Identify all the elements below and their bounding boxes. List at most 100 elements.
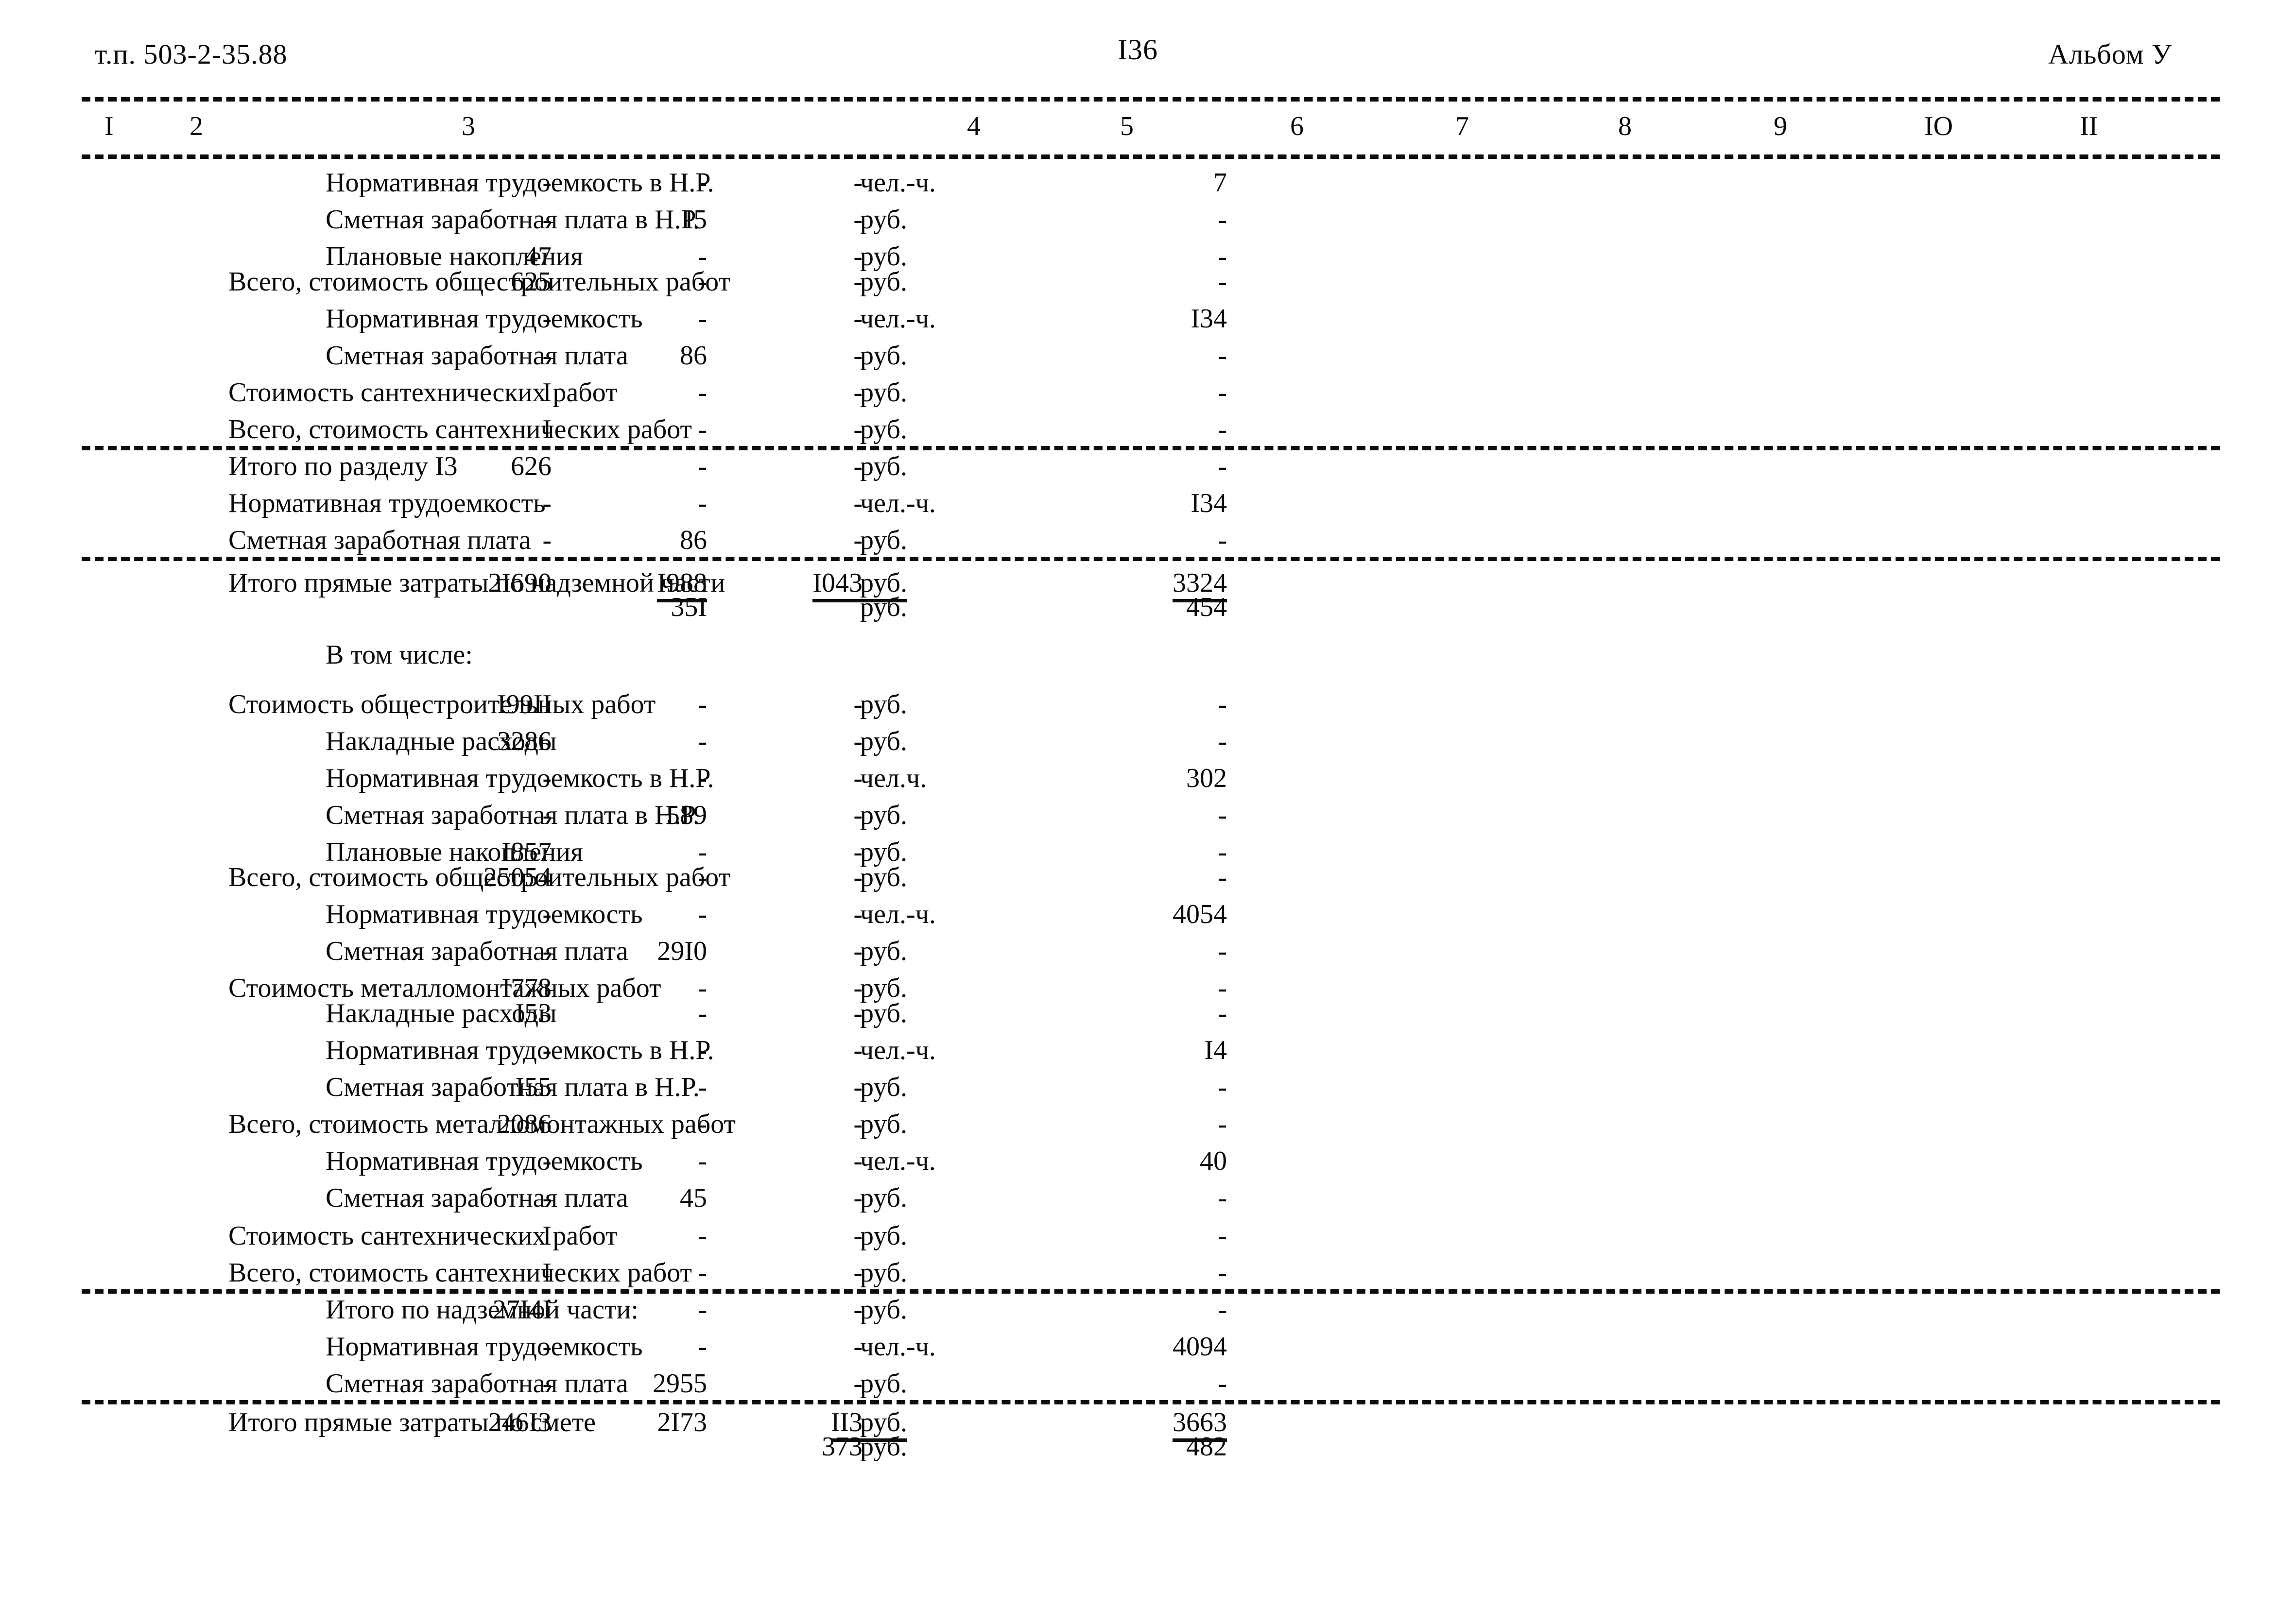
column-header-10: IO [1924,111,1953,141]
row-unit: чел.ч. [860,763,927,793]
row-description: Сметная заработная плата [326,341,628,371]
row-value-7: - [542,1183,552,1213]
table-row: Сметная заработная плата в Н.Р. руб. I55 - -… [0,1074,2296,1111]
row-value-7: - [542,899,552,929]
row-value-9: - [853,377,863,408]
table-row: Стоимость сантехнических работ руб. I - - - [0,379,2296,416]
row-value-7: - [542,488,552,518]
row-description: Стоимость общестроительных работ [228,689,656,719]
row-value-9: - [853,241,863,272]
table-row: Итого по разделу I3 руб. 626 - - - [0,453,2296,490]
document-code: т.п. 503-2-35.88 [95,38,288,70]
table-row: Нормативная трудоемкость в Н.Р. чел.-ч. - -… [0,1037,2296,1074]
row-value-8: 45 [680,1183,707,1213]
row-value-8: - [698,451,707,481]
row-unit: руб. [860,1368,908,1399]
row-value-7: I53 [515,998,552,1028]
row-value-8: - [698,241,707,272]
row-value-8: I5 [684,205,707,235]
row-value-11: - [1218,726,1227,756]
column-header-4: 4 [967,111,981,141]
row-unit: чел.-ч. [860,488,936,518]
album-label: Альбом У [2048,38,2172,70]
row-unit: руб. [860,1432,908,1462]
row-value-8: - [698,862,707,892]
row-value-7: 626 [511,451,552,481]
row-value-8: 86 [680,341,707,371]
row-unit: чел.-ч. [860,1146,936,1176]
row-value-11: - [1218,1109,1227,1139]
row-value-7: - [542,1146,552,1176]
row-unit: руб. [860,1258,908,1288]
table-row: руб. 35I 454 [0,594,2296,631]
row-value-11: - [1218,414,1227,444]
row-value-8: 589 [666,800,707,830]
table-row: Накладные расходы руб. 3286- - - [0,728,2296,765]
row-value-11: - [1218,837,1227,867]
row-value-8: - [698,998,707,1028]
column-header-3: 3 [462,111,475,141]
row-value-8: - [698,689,707,719]
row-value-7: - [542,1368,552,1399]
row-value-9: - [853,998,863,1028]
row-separator-rule [82,557,2220,561]
row-value-8: - [698,267,707,297]
row-value-9: - [853,689,863,719]
row-value-8: 29I0 [657,936,707,966]
row-description: Итого по надземной части: [326,1295,639,1325]
row-value-8: - [698,304,707,334]
row-value-11: - [1218,525,1227,555]
table-row: Сметная заработная плата в Н.Р. руб. - I5- - [0,206,2296,243]
table-row: Стоимость общестроительных работ руб. I99I… [0,691,2296,728]
row-value-7: - [542,1332,552,1362]
column-header-11: II [2080,111,2098,141]
row-value-8: - [698,1332,707,1362]
row-value-9: - [853,862,863,892]
row-description: Сметная заработная плата [228,525,531,555]
row-description: Нормативная трудоемкость [326,1332,643,1362]
table-row: Сметная заработная плата в Н.Р. руб. -589-… [0,802,2296,838]
row-unit: руб. [860,205,908,235]
table-row: Нормативная трудоемкость чел.-ч. - - - I34 [0,305,2296,342]
row-value-8: - [698,973,707,1003]
row-value-9: - [853,899,863,929]
table-row: Нормативная трудоемкость чел.-ч. - - -4054 [0,901,2296,938]
table-row: Нормативная трудоемкость чел.-ч. - - -4094 [0,1333,2296,1370]
row-value-9: - [853,763,863,793]
row-description: Сметная заработная плата [326,936,628,966]
row-description: Итого прямые затраты по надземной части [228,568,725,598]
column-header-8: 8 [1618,111,1632,141]
row-value-11: 482 [1186,1432,1227,1462]
row-description: Всего, стоимость сантехнических работ [228,1258,692,1288]
row-value-11: 7 [1213,168,1227,198]
row-value-9: - [853,1258,863,1288]
table-row: Сметная заработная плата руб. -45- - [0,1184,2296,1221]
row-value-9: - [853,304,863,334]
row-value-8: - [698,1146,707,1176]
row-value-9: - [853,414,863,444]
row-value-7: - [542,763,552,793]
row-unit: руб. [860,267,908,297]
row-unit: чел.-ч. [860,1035,936,1065]
row-value-9: - [853,1146,863,1176]
row-description: Нормативная трудоемкость [228,488,546,518]
row-value-7: 25054 [483,862,552,892]
row-value-11: 40 [1200,1146,1227,1176]
row-separator-rule [82,446,2220,450]
row-value-8: - [698,377,707,408]
table-row: Стоимость сантехнических работ руб. I - - - [0,1222,2296,1259]
row-value-8: - [698,488,707,518]
row-value-11: - [1218,1072,1227,1102]
row-unit: руб. [860,1183,908,1213]
row-unit: руб. [860,592,908,622]
row-value-7: - [542,341,552,371]
row-unit: руб. [860,1109,908,1139]
row-description: Сметная заработная плата [326,1183,628,1213]
row-value-11: - [1218,1183,1227,1213]
row-description: Нормативная трудоемкость [326,899,643,929]
row-value-9: - [853,1035,863,1065]
row-value-8: - [698,1035,707,1065]
row-unit: руб. [860,451,908,481]
row-value-9: - [853,488,863,518]
table-row: Всего, стоимость общестроительных работ р… [0,864,2296,901]
